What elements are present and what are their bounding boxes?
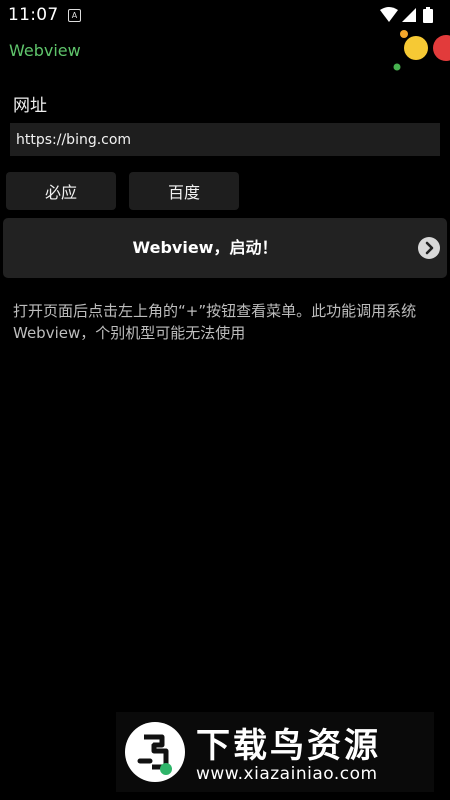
launch-webview-button[interactable]: Webview，启动！ [3,218,447,278]
url-input[interactable] [10,123,440,156]
app-bar: Webview [0,30,450,80]
battery-icon [423,7,433,23]
watermark: 下载鸟资源 www.xiazainiao.com [116,712,434,792]
status-icons [380,6,442,24]
status-bar: 11:07 A [0,0,450,30]
app-title: Webview [9,41,81,60]
watermark-url: www.xiazainiao.com [196,764,378,784]
bing-button[interactable]: 必应 [6,172,116,210]
baidu-button[interactable]: 百度 [129,172,239,210]
cellular-signal-icon [402,8,416,22]
wifi-icon [380,7,398,22]
bird-logo-icon [125,722,185,782]
notification-icon: A [68,9,81,22]
launch-webview-label: Webview，启动！ [132,238,278,257]
status-time: 11:07 [8,5,59,25]
description-text: 打开页面后点击左上角的“+”按钮查看菜单。此功能调用系统Webview，个别机型… [13,302,417,342]
url-label: 网址 [13,96,47,116]
chevron-right-icon [418,237,440,259]
decorative-balls-icon [393,30,450,71]
watermark-title: 下载鸟资源 [196,726,381,766]
